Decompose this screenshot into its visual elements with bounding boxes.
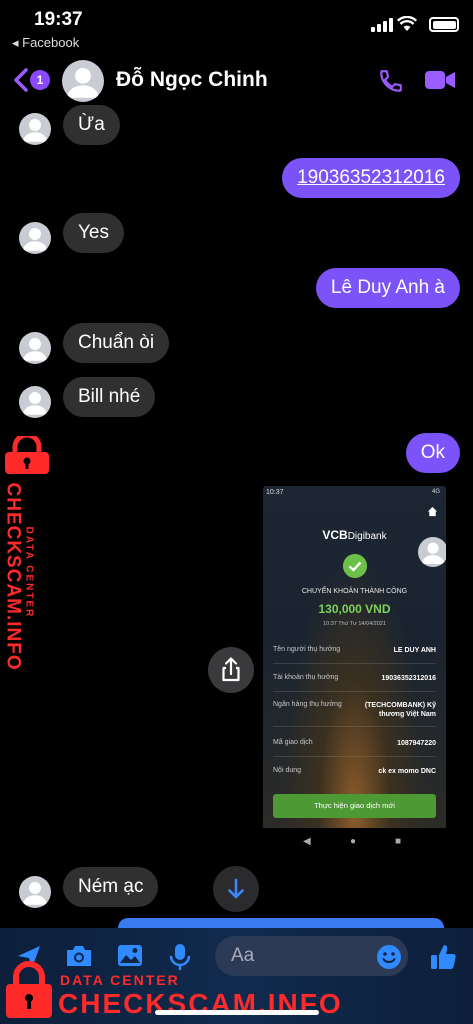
message-bubble-outgoing[interactable]: Ok	[405, 433, 460, 473]
receipt-row: Mã giao dịch 1087947220	[273, 739, 436, 757]
success-check-icon	[343, 554, 367, 578]
arrow-down-icon	[228, 878, 244, 899]
receipt-row: Nội dung ck ex momo DNC	[273, 767, 436, 775]
sender-avatar[interactable]	[19, 386, 51, 418]
cellular-signal-icon	[371, 18, 393, 32]
sender-avatar[interactable]	[19, 332, 51, 364]
new-transaction-button: Thực hiện giao dịch mới	[273, 794, 436, 818]
receipt-row: Tài khoản thụ hưởng 19036352312016	[273, 674, 436, 692]
battery-icon	[429, 17, 459, 32]
android-nav-bar: ◀ ● ■	[263, 828, 446, 856]
contact-avatar[interactable]	[62, 60, 104, 102]
message-bubble-incoming[interactable]: Yes	[63, 213, 124, 253]
sender-avatar[interactable]	[19, 222, 51, 254]
receipt-row: Ngân hàng thụ hưởng (TECHCOMBANK) Kỹ thươ…	[273, 701, 436, 727]
message-bubble-incoming[interactable]: Ừa	[63, 105, 120, 145]
unread-badge: 1	[30, 70, 50, 90]
watermark-big-text: CHECKSCAM.INFO	[58, 988, 343, 1019]
status-time: 19:37	[34, 9, 83, 30]
video-call-icon[interactable]	[424, 69, 456, 91]
side-watermark: DATA CENTER CHECKSCAM.INFO	[0, 436, 60, 671]
bank-receipt-screenshot[interactable]: 10:37 4G VCBDigibank CHUYỂN KHOẢN THÀNH …	[263, 486, 446, 856]
contact-name[interactable]: Đỗ Ngọc Chinh	[116, 68, 268, 92]
share-button[interactable]	[208, 647, 254, 693]
status-bar: 19:37 ◂ Facebook	[0, 0, 473, 56]
transfer-amount: 130,000 VND	[318, 602, 391, 616]
message-bubble-incoming[interactable]: Bill nhé	[63, 377, 156, 417]
message-bubble-incoming[interactable]: Ném ạc	[63, 867, 159, 907]
lock-icon	[5, 436, 49, 474]
receipt-row: Tên người thụ hưởng LE DUY ANH	[273, 646, 436, 664]
conversation-header: 1 Đỗ Ngọc Chinh	[0, 56, 473, 106]
sender-avatar[interactable]	[19, 876, 51, 908]
home-icon	[427, 506, 438, 517]
receipt-status-network: 4G	[431, 489, 440, 495]
overlay-avatar	[418, 537, 446, 567]
vcb-digibank-logo: VCBDigibank	[322, 528, 387, 542]
receipt-status-time: 10:37	[266, 489, 284, 496]
share-icon	[222, 657, 240, 682]
transfer-datetime: 10:37 Thứ Tư 14/04/2021	[323, 621, 386, 627]
transfer-success-title: CHUYỂN KHOẢN THÀNH CÔNG	[301, 588, 408, 595]
lock-icon	[6, 961, 52, 1018]
message-bubble-outgoing-link[interactable]: 19036352312016	[282, 158, 460, 198]
home-indicator[interactable]	[155, 1010, 319, 1015]
phone-call-icon[interactable]	[378, 68, 404, 94]
sender-avatar[interactable]	[19, 113, 51, 145]
wifi-icon	[397, 16, 417, 31]
message-bubble-incoming[interactable]: Chuẩn òi	[63, 323, 170, 363]
watermark-big-text: CHECKSCAM.INFO	[2, 482, 24, 671]
watermark-small-text: DATA CENTER	[23, 526, 35, 619]
message-bubble-outgoing[interactable]: Lê Duy Anh à	[315, 268, 460, 308]
back-to-facebook-link[interactable]: ◂ Facebook	[12, 35, 79, 51]
scroll-to-bottom-button[interactable]	[213, 866, 259, 912]
watermark-small-text: DATA CENTER	[60, 972, 180, 988]
